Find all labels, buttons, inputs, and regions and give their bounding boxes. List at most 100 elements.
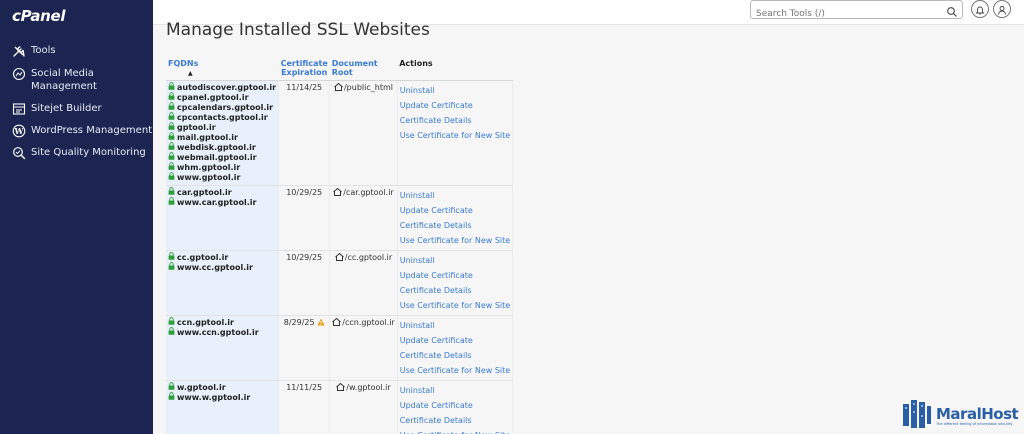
actions-cell: Uninstall Update Certificate Certificate D… [397, 80, 514, 186]
expiration-date: 11/14/25 [286, 82, 323, 92]
table-row: w.gptool.ir www.w.gptool.ir 11/11/25/w.gpt… [166, 380, 514, 434]
notifications-button[interactable] [971, 0, 989, 18]
document-root-path: /public_html [343, 83, 393, 92]
sidebar: cPanel Tools Social Media Management Sit… [0, 0, 153, 434]
sidebar-item-tools[interactable]: Tools [12, 44, 56, 58]
expiration-cell: 11/11/25 [278, 380, 331, 434]
certificate-details-link[interactable]: Certificate Details [400, 113, 510, 128]
document-root-path: /car.gptool.ir [343, 188, 394, 197]
uninstall-link[interactable]: Uninstall [400, 83, 510, 98]
tools-icon [12, 44, 26, 58]
fqdn-item: whm.gptool.ir [168, 162, 276, 173]
fqdn-item: webdisk.gptool.ir [168, 142, 276, 153]
expiration-date: 10/29/25 [286, 252, 323, 262]
sidebar-item-label: Site Quality Monitoring [31, 147, 146, 158]
document-root-path: /cc.gptool.ir [344, 253, 393, 262]
column-header-expiration[interactable]: Certificate Expiration [278, 57, 330, 81]
sidebar-item-wordpress-management[interactable]: W WordPress Management [12, 124, 152, 138]
home-icon [336, 382, 346, 393]
sidebar-item-label: Sitejet Builder [31, 103, 102, 114]
sitejet-icon [12, 102, 26, 116]
uninstall-link[interactable]: Uninstall [400, 188, 510, 203]
search-box [750, 0, 963, 23]
fqdn-cell: ccn.gptool.ir www.ccn.gptool.ir [166, 315, 280, 381]
svg-text:W: W [14, 126, 25, 136]
expiration-cell: 10/29/25 [278, 250, 331, 316]
use-certificate-new-site-link[interactable]: Use Certificate for New Site [400, 298, 510, 313]
home-icon [334, 82, 344, 93]
maralhost-tagline: The different feeling of information sec… [936, 422, 1013, 426]
sort-ascending-icon: ▲ [188, 70, 193, 77]
expiration-cell: 8/29/25 [278, 315, 331, 381]
expiration-date: 11/11/25 [286, 382, 323, 392]
document-root-path: /w.gptool.ir [346, 383, 391, 392]
fqdn-cell: car.gptool.ir www.car.gptool.ir [166, 185, 280, 251]
sidebar-item-label: WordPress Management [31, 125, 153, 136]
fqdn-item: autodiscover.gptool.ir [168, 82, 276, 93]
certificate-details-link[interactable]: Certificate Details [400, 283, 510, 298]
use-certificate-new-site-link[interactable]: Use Certificate for New Site [400, 233, 510, 248]
lock-icon [168, 172, 177, 183]
uninstall-link[interactable]: Uninstall [400, 253, 510, 268]
bell-icon [975, 0, 985, 19]
update-certificate-link[interactable]: Update Certificate [400, 98, 510, 113]
table-row: cc.gptool.ir www.cc.gptool.ir 10/29/25/cc.… [166, 250, 514, 316]
table-header-row: FQDNs ▲ Certificate Expiration Document … [166, 57, 513, 81]
sidebar-item-sitejet-builder[interactable]: Sitejet Builder [12, 102, 102, 116]
home-icon [333, 187, 343, 198]
certificate-details-link[interactable]: Certificate Details [400, 413, 510, 428]
lock-icon [168, 327, 177, 338]
expiration-cell: 11/14/25 [278, 80, 331, 186]
use-certificate-new-site-link[interactable]: Use Certificate for New Site [400, 363, 510, 378]
fqdn-item: www.w.gptool.ir [168, 392, 276, 403]
document-root-cell: /car.gptool.ir [329, 185, 398, 251]
update-certificate-link[interactable]: Update Certificate [400, 398, 510, 413]
table-row: car.gptool.ir www.car.gptool.ir 10/29/25/c… [166, 185, 514, 251]
uninstall-link[interactable]: Uninstall [400, 318, 510, 333]
lock-icon [168, 197, 177, 208]
fqdn-item: cc.gptool.ir [168, 252, 276, 263]
social-media-icon [12, 67, 26, 81]
update-certificate-link[interactable]: Update Certificate [400, 333, 510, 348]
fqdn-item: cpcalendars.gptool.ir [168, 102, 276, 113]
use-certificate-new-site-link[interactable]: Use Certificate for New Site [400, 428, 510, 434]
fqdn-item: www.car.gptool.ir [168, 197, 276, 208]
home-icon [334, 252, 345, 263]
column-header-fqdns[interactable]: FQDNs ▲ [166, 57, 279, 81]
cpanel-logo[interactable]: cPanel [12, 7, 66, 25]
update-certificate-link[interactable]: Update Certificate [400, 268, 510, 283]
fqdn-item: webmail.gptool.ir [168, 152, 276, 163]
certificate-details-link[interactable]: Certificate Details [400, 218, 510, 233]
maralhost-name: MaralHost [936, 405, 1019, 423]
expiration-cell: 10/29/25 [278, 185, 331, 251]
fqdn-item: ccn.gptool.ir [168, 317, 276, 328]
document-root-cell: /public_html [329, 80, 398, 186]
fqdn-item: cpanel.gptool.ir [168, 92, 276, 103]
sidebar-item-social-media-management[interactable]: Social Media Management [12, 67, 132, 93]
home-icon [332, 317, 342, 328]
certificate-details-link[interactable]: Certificate Details [400, 348, 510, 363]
expiration-date: 10/29/25 [286, 187, 323, 197]
maralhost-watermark: MaralHost The different feeling of infor… [902, 398, 1019, 434]
use-certificate-new-site-link[interactable]: Use Certificate for New Site [400, 128, 510, 143]
expiration-date: 8/29/25 [283, 317, 315, 327]
column-header-document-root[interactable]: Document Root [329, 57, 398, 81]
fqdn-item: gptool.ir [168, 122, 276, 133]
document-root-cell: /cc.gptool.ir [329, 250, 398, 316]
lock-icon [168, 392, 177, 403]
fqdn-cell: autodiscover.gptool.ir cpanel.gptool.ir cp… [166, 80, 280, 186]
fqdn-item: www.ccn.gptool.ir [168, 327, 276, 338]
sidebar-item-site-quality-monitoring[interactable]: Site Quality Monitoring [12, 146, 146, 160]
actions-cell: Uninstall Update Certificate Certificate D… [397, 185, 514, 251]
uninstall-link[interactable]: Uninstall [400, 383, 510, 398]
search-icon[interactable] [946, 3, 958, 17]
table-row: autodiscover.gptool.ir cpanel.gptool.ir cp… [166, 80, 514, 186]
column-header-actions: Actions [397, 57, 513, 81]
search-input[interactable] [751, 5, 936, 23]
update-certificate-link[interactable]: Update Certificate [400, 203, 510, 218]
fqdn-item: www.gptool.ir [168, 172, 276, 183]
maralhost-logo-icon [902, 398, 932, 434]
site-quality-icon [12, 146, 26, 160]
fqdn-item: cpcontacts.gptool.ir [168, 112, 276, 123]
user-menu-button[interactable] [993, 0, 1011, 18]
